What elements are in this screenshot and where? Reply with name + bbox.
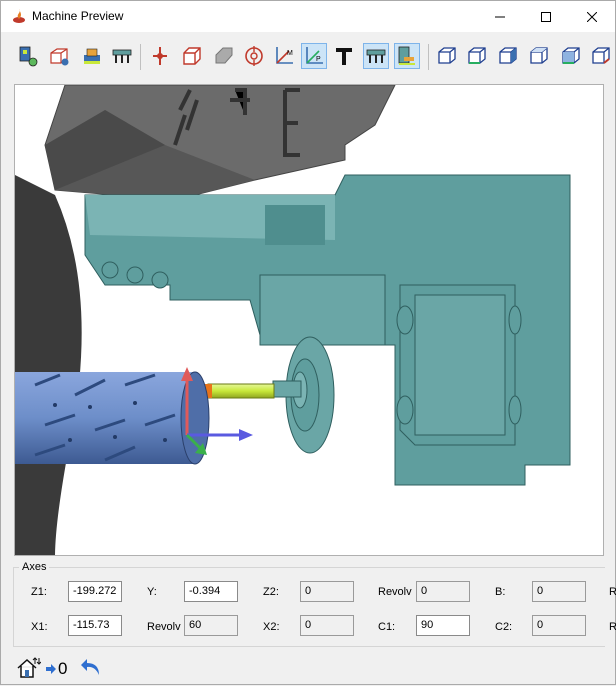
home-icon bbox=[17, 657, 42, 678]
machine-3d-viewport[interactable] bbox=[14, 84, 604, 556]
close-icon bbox=[587, 11, 597, 22]
holder-view-icon bbox=[398, 46, 415, 65]
x1-field[interactable]: -115.73 bbox=[68, 615, 122, 636]
b-label: B: bbox=[495, 586, 506, 598]
close-button[interactable] bbox=[569, 1, 615, 32]
x2-field: 0 bbox=[300, 615, 354, 636]
machine-preview-window: Machine Preview M P Axes Z1: -199.272 Y:… bbox=[0, 0, 616, 685]
part-icon bbox=[215, 47, 233, 64]
stock-icon bbox=[183, 47, 201, 65]
stock-button[interactable] bbox=[179, 43, 205, 69]
target-icon bbox=[245, 46, 263, 66]
fixture-icon bbox=[84, 48, 100, 64]
z2-label: Z2: bbox=[263, 586, 279, 598]
axes-group-legend: Axes bbox=[19, 561, 50, 573]
step-counter: 0 bbox=[58, 659, 68, 678]
workpiece-icon bbox=[50, 48, 69, 66]
holder-view-button[interactable] bbox=[394, 43, 420, 69]
workpiece-button[interactable] bbox=[46, 43, 72, 69]
turret-view-icon bbox=[366, 49, 386, 63]
view-iso-icon bbox=[438, 47, 456, 64]
machine-settings-button[interactable] bbox=[15, 43, 41, 69]
view-front-icon bbox=[468, 47, 486, 64]
home-button[interactable] bbox=[15, 655, 42, 681]
turret-icon bbox=[112, 49, 132, 63]
c1-label: C1: bbox=[378, 621, 396, 633]
view-iso-button[interactable] bbox=[434, 43, 460, 69]
view-back-icon bbox=[592, 47, 610, 64]
view-side-button[interactable] bbox=[495, 43, 521, 69]
svg-text:P: P bbox=[316, 56, 321, 63]
goto-start-button[interactable]: 0 bbox=[45, 658, 67, 680]
toolbar: M P bbox=[1, 32, 615, 82]
x1-label: X1: bbox=[31, 621, 48, 633]
revolv2-field: 60 bbox=[184, 615, 238, 636]
z2-field: 0 bbox=[300, 581, 354, 602]
arrow-right-icon bbox=[46, 664, 56, 674]
r1-label: R bbox=[609, 586, 616, 598]
view-top-icon bbox=[530, 47, 548, 64]
maximize-icon bbox=[541, 11, 551, 22]
c1-field[interactable]: 90 bbox=[416, 615, 470, 636]
toolbar-separator bbox=[140, 44, 141, 70]
r2-label: R bbox=[609, 621, 616, 633]
c2-field: 0 bbox=[532, 615, 586, 636]
view-right-button[interactable] bbox=[558, 43, 584, 69]
machine-settings-icon bbox=[19, 46, 38, 67]
c2-label: C2: bbox=[495, 621, 513, 633]
undo-button[interactable] bbox=[79, 655, 103, 679]
z1-label: Z1: bbox=[31, 586, 47, 598]
tool-point-icon bbox=[153, 47, 167, 65]
text-icon bbox=[336, 48, 352, 65]
y-field[interactable]: -0.394 bbox=[184, 581, 238, 602]
minimize-icon bbox=[495, 16, 505, 17]
undo-icon bbox=[81, 659, 99, 675]
svg-text:M: M bbox=[287, 50, 293, 57]
z1-field[interactable]: -199.272 bbox=[68, 581, 122, 602]
view-top-button[interactable] bbox=[526, 43, 552, 69]
view-back-button[interactable] bbox=[588, 43, 614, 69]
maximize-button[interactable] bbox=[523, 1, 569, 32]
minimize-button[interactable] bbox=[477, 1, 523, 32]
app-flame-icon bbox=[13, 9, 25, 23]
turret-button[interactable] bbox=[109, 43, 135, 69]
part-button[interactable] bbox=[211, 43, 237, 69]
machine-axes-button[interactable]: M bbox=[271, 43, 297, 69]
program-axes-icon: P bbox=[306, 47, 323, 64]
title-bar: Machine Preview bbox=[1, 1, 615, 32]
turret-view-button[interactable] bbox=[363, 43, 389, 69]
machine-scene bbox=[15, 85, 571, 555]
revolv1-field: 0 bbox=[416, 581, 470, 602]
fixture-button[interactable] bbox=[79, 43, 105, 69]
revolv1-label: Revolv bbox=[378, 586, 412, 598]
b-field: 0 bbox=[532, 581, 586, 602]
view-front-button[interactable] bbox=[464, 43, 490, 69]
status-bar: 0 bbox=[1, 649, 615, 685]
tool-point-button[interactable] bbox=[147, 43, 173, 69]
program-axes-button[interactable]: P bbox=[301, 43, 327, 69]
revolv2-label: Revolv bbox=[147, 621, 181, 633]
text-button[interactable] bbox=[331, 43, 357, 69]
view-right-icon bbox=[562, 47, 580, 64]
toolbar-separator bbox=[428, 44, 429, 70]
view-side-icon bbox=[499, 47, 517, 64]
target-button[interactable] bbox=[241, 43, 267, 69]
window-title: Machine Preview bbox=[32, 9, 124, 23]
machine-axes-icon: M bbox=[276, 47, 293, 64]
y-label: Y: bbox=[147, 586, 157, 598]
x2-label: X2: bbox=[263, 621, 280, 633]
